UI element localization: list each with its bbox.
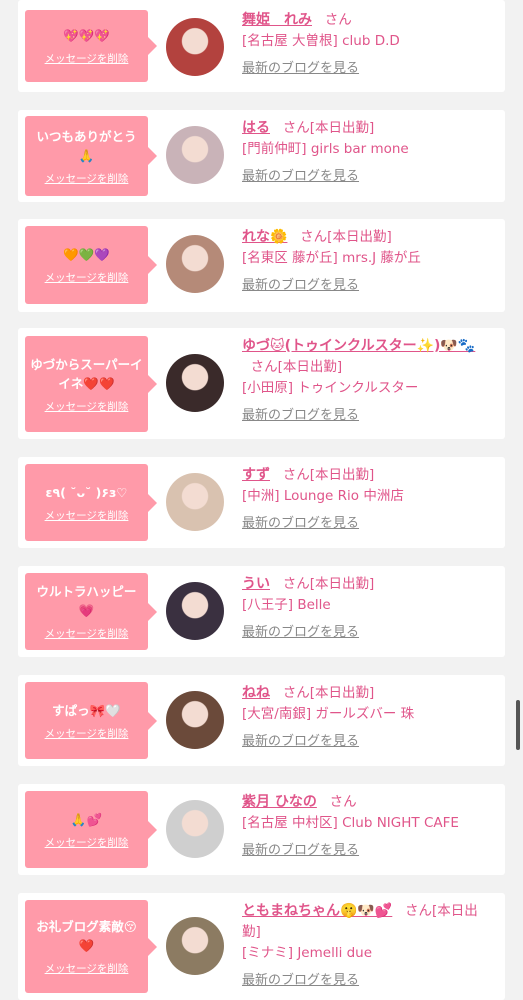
latest-blog-link[interactable]: 最新のブログを見る — [242, 166, 359, 187]
message-text: 🙏💕 — [70, 811, 103, 827]
latest-blog-link[interactable]: 最新のブログを見る — [242, 58, 359, 79]
cast-name-link[interactable]: はる — [242, 120, 270, 136]
honorific: さん — [300, 229, 328, 245]
message-bubble: 🧡💚💜 メッセージを削除 — [25, 226, 157, 304]
latest-blog-link[interactable]: 最新のブログを見る — [242, 970, 359, 991]
message-text: ゆづからスーパーイイネ❤️❤️ — [30, 356, 143, 391]
message-card: すぱっ🎀🤍 メッセージを削除 ねね さん[本日出勤] [大宮/南銀] ガールズバ… — [18, 675, 505, 766]
message-card: お礼ブログ素敵😚❤️ メッセージを削除 ともまねちゃん🤫🐶💕 さん[本日出勤] … — [18, 893, 505, 1000]
honorific: さん — [329, 794, 357, 810]
delete-message-link[interactable]: メッセージを削除 — [45, 171, 129, 186]
message-card: ゆづからスーパーイイネ❤️❤️ メッセージを削除 ゆづ🐱(トゥインクルスター✨)… — [18, 328, 505, 439]
cast-info: 紫月 ひなの さん [名古屋 中村区] Club NIGHT CAFE 最新のブ… — [242, 792, 495, 861]
cast-name-link[interactable]: れな🌼 — [242, 229, 287, 245]
avatar[interactable] — [166, 235, 224, 293]
delete-message-link[interactable]: メッセージを削除 — [45, 508, 129, 523]
delete-message-link[interactable]: メッセージを削除 — [45, 835, 129, 850]
message-bubble: いつもありがとう🙏 メッセージを削除 — [25, 116, 157, 196]
shop-info: [ミナミ] Jemelli due — [242, 945, 373, 961]
scrollbar[interactable] — [516, 700, 520, 750]
delete-message-link[interactable]: メッセージを削除 — [45, 626, 129, 641]
message-card: ε٩( ˘ᴗ˘ )۶з♡ メッセージを削除 すず さん[本日出勤] [中洲] L… — [18, 457, 505, 548]
delete-message-link[interactable]: メッセージを削除 — [45, 399, 129, 414]
shop-info: [中洲] Lounge Rio 中洲店 — [242, 488, 404, 504]
status-text: [本日出勤] — [327, 229, 392, 245]
cast-name-link[interactable]: 舞姫 れみ — [242, 12, 312, 28]
shop-info: [八王子] Belle — [242, 597, 331, 613]
message-card: 🧡💚💜 メッセージを削除 れな🌼 さん[本日出勤] [名東区 藤が丘] mrs.… — [18, 219, 505, 312]
status-text: [本日出勤] — [309, 576, 375, 592]
cast-name-link[interactable]: ともまねちゃん🤫🐶💕 — [242, 903, 392, 919]
cast-info: 舞姫 れみ さん [名古屋 大曽根] club D.D 最新のブログを見る — [242, 10, 495, 79]
cast-info: ゆづ🐱(トゥインクルスター✨)🐶🐾 さん[本日出勤] [小田原] トゥインクルス… — [242, 336, 495, 426]
message-bubble: ゆづからスーパーイイネ❤️❤️ メッセージを削除 — [25, 336, 157, 432]
honorific: さん — [282, 467, 310, 483]
shop-info: [門前仲町] girls bar mone — [242, 141, 409, 157]
cast-name-link[interactable]: ゆづ🐱(トゥインクルスター✨)🐶🐾 — [242, 338, 475, 354]
status-text: [本日出勤] — [277, 359, 343, 375]
cast-info: はる さん[本日出勤] [門前仲町] girls bar mone 最新のブログ… — [242, 118, 495, 187]
delete-message-link[interactable]: メッセージを削除 — [45, 270, 129, 285]
message-card: 🙏💕 メッセージを削除 紫月 ひなの さん [名古屋 中村区] Club NIG… — [18, 784, 505, 875]
delete-message-link[interactable]: メッセージを削除 — [45, 961, 129, 976]
shop-info: [小田原] トゥインクルスター — [242, 380, 419, 396]
honorific: さん — [250, 359, 278, 375]
status-text: [本日出勤] — [309, 120, 375, 136]
avatar[interactable] — [166, 582, 224, 640]
cast-name-link[interactable]: 紫月 ひなの — [242, 794, 317, 810]
message-bubble: お礼ブログ素敵😚❤️ メッセージを削除 — [25, 900, 157, 993]
latest-blog-link[interactable]: 最新のブログを見る — [242, 622, 359, 643]
delete-message-link[interactable]: メッセージを削除 — [45, 51, 129, 66]
shop-info: [名古屋 中村区] Club NIGHT CAFE — [242, 815, 459, 831]
message-text: お礼ブログ素敵😚❤️ — [36, 919, 137, 953]
cast-info: すず さん[本日出勤] [中洲] Lounge Rio 中洲店 最新のブログを見… — [242, 465, 495, 534]
message-bubble: 🙏💕 メッセージを削除 — [25, 791, 157, 868]
latest-blog-link[interactable]: 最新のブログを見る — [242, 275, 359, 296]
latest-blog-link[interactable]: 最新のブログを見る — [242, 513, 359, 534]
shop-info: [大宮/南銀] ガールズバー 珠 — [242, 706, 415, 722]
honorific: さん — [405, 903, 433, 919]
message-text: 💖💖💖 — [63, 28, 110, 43]
message-text: 🧡💚💜 — [63, 247, 110, 262]
cast-info: ともまねちゃん🤫🐶💕 さん[本日出勤] [ミナミ] Jemelli due 最新… — [242, 901, 495, 991]
honorific: さん — [282, 120, 310, 136]
avatar[interactable] — [166, 18, 224, 76]
message-bubble: 💖💖💖 メッセージを削除 — [25, 10, 157, 82]
avatar[interactable] — [166, 126, 224, 184]
message-bubble: すぱっ🎀🤍 メッセージを削除 — [25, 682, 157, 759]
latest-blog-link[interactable]: 最新のブログを見る — [242, 405, 359, 426]
message-bubble: ε٩( ˘ᴗ˘ )۶з♡ メッセージを削除 — [25, 464, 157, 541]
latest-blog-link[interactable]: 最新のブログを見る — [242, 840, 359, 861]
honorific: さん — [282, 576, 310, 592]
message-text: いつもありがとう🙏 — [36, 128, 137, 163]
avatar[interactable] — [166, 800, 224, 858]
cast-name-link[interactable]: うい — [242, 576, 270, 592]
honorific: さん — [324, 12, 352, 28]
latest-blog-link[interactable]: 最新のブログを見る — [242, 731, 359, 752]
avatar[interactable] — [166, 917, 224, 975]
avatar[interactable] — [166, 691, 224, 749]
cast-info: れな🌼 さん[本日出勤] [名東区 藤が丘] mrs.J 藤が丘 最新のブログを… — [242, 227, 495, 296]
delete-message-link[interactable]: メッセージを削除 — [45, 726, 129, 741]
message-text: ε٩( ˘ᴗ˘ )۶з♡ — [45, 484, 128, 500]
shop-info: [名古屋 大曽根] club D.D — [242, 33, 400, 49]
cast-info: うい さん[本日出勤] [八王子] Belle 最新のブログを見る — [242, 574, 495, 643]
cast-name-link[interactable]: すず — [242, 467, 270, 483]
shop-info: [名東区 藤が丘] mrs.J 藤が丘 — [242, 250, 421, 266]
status-text: [本日出勤] — [309, 467, 375, 483]
message-card: 💖💖💖 メッセージを削除 舞姫 れみ さん [名古屋 大曽根] club D.D… — [18, 0, 505, 92]
message-card: いつもありがとう🙏 メッセージを削除 はる さん[本日出勤] [門前仲町] gi… — [18, 110, 505, 202]
avatar[interactable] — [166, 473, 224, 531]
message-card: ウルトラハッピー💗 メッセージを削除 うい さん[本日出勤] [八王子] Bel… — [18, 566, 505, 657]
message-text: ウルトラハッピー💗 — [36, 584, 137, 618]
honorific: さん — [282, 685, 310, 701]
message-text: すぱっ🎀🤍 — [52, 702, 121, 718]
avatar[interactable] — [166, 354, 224, 412]
cast-info: ねね さん[本日出勤] [大宮/南銀] ガールズバー 珠 最新のブログを見る — [242, 683, 495, 752]
status-text: [本日出勤] — [309, 685, 375, 701]
message-bubble: ウルトラハッピー💗 メッセージを削除 — [25, 573, 157, 650]
cast-name-link[interactable]: ねね — [242, 685, 270, 701]
